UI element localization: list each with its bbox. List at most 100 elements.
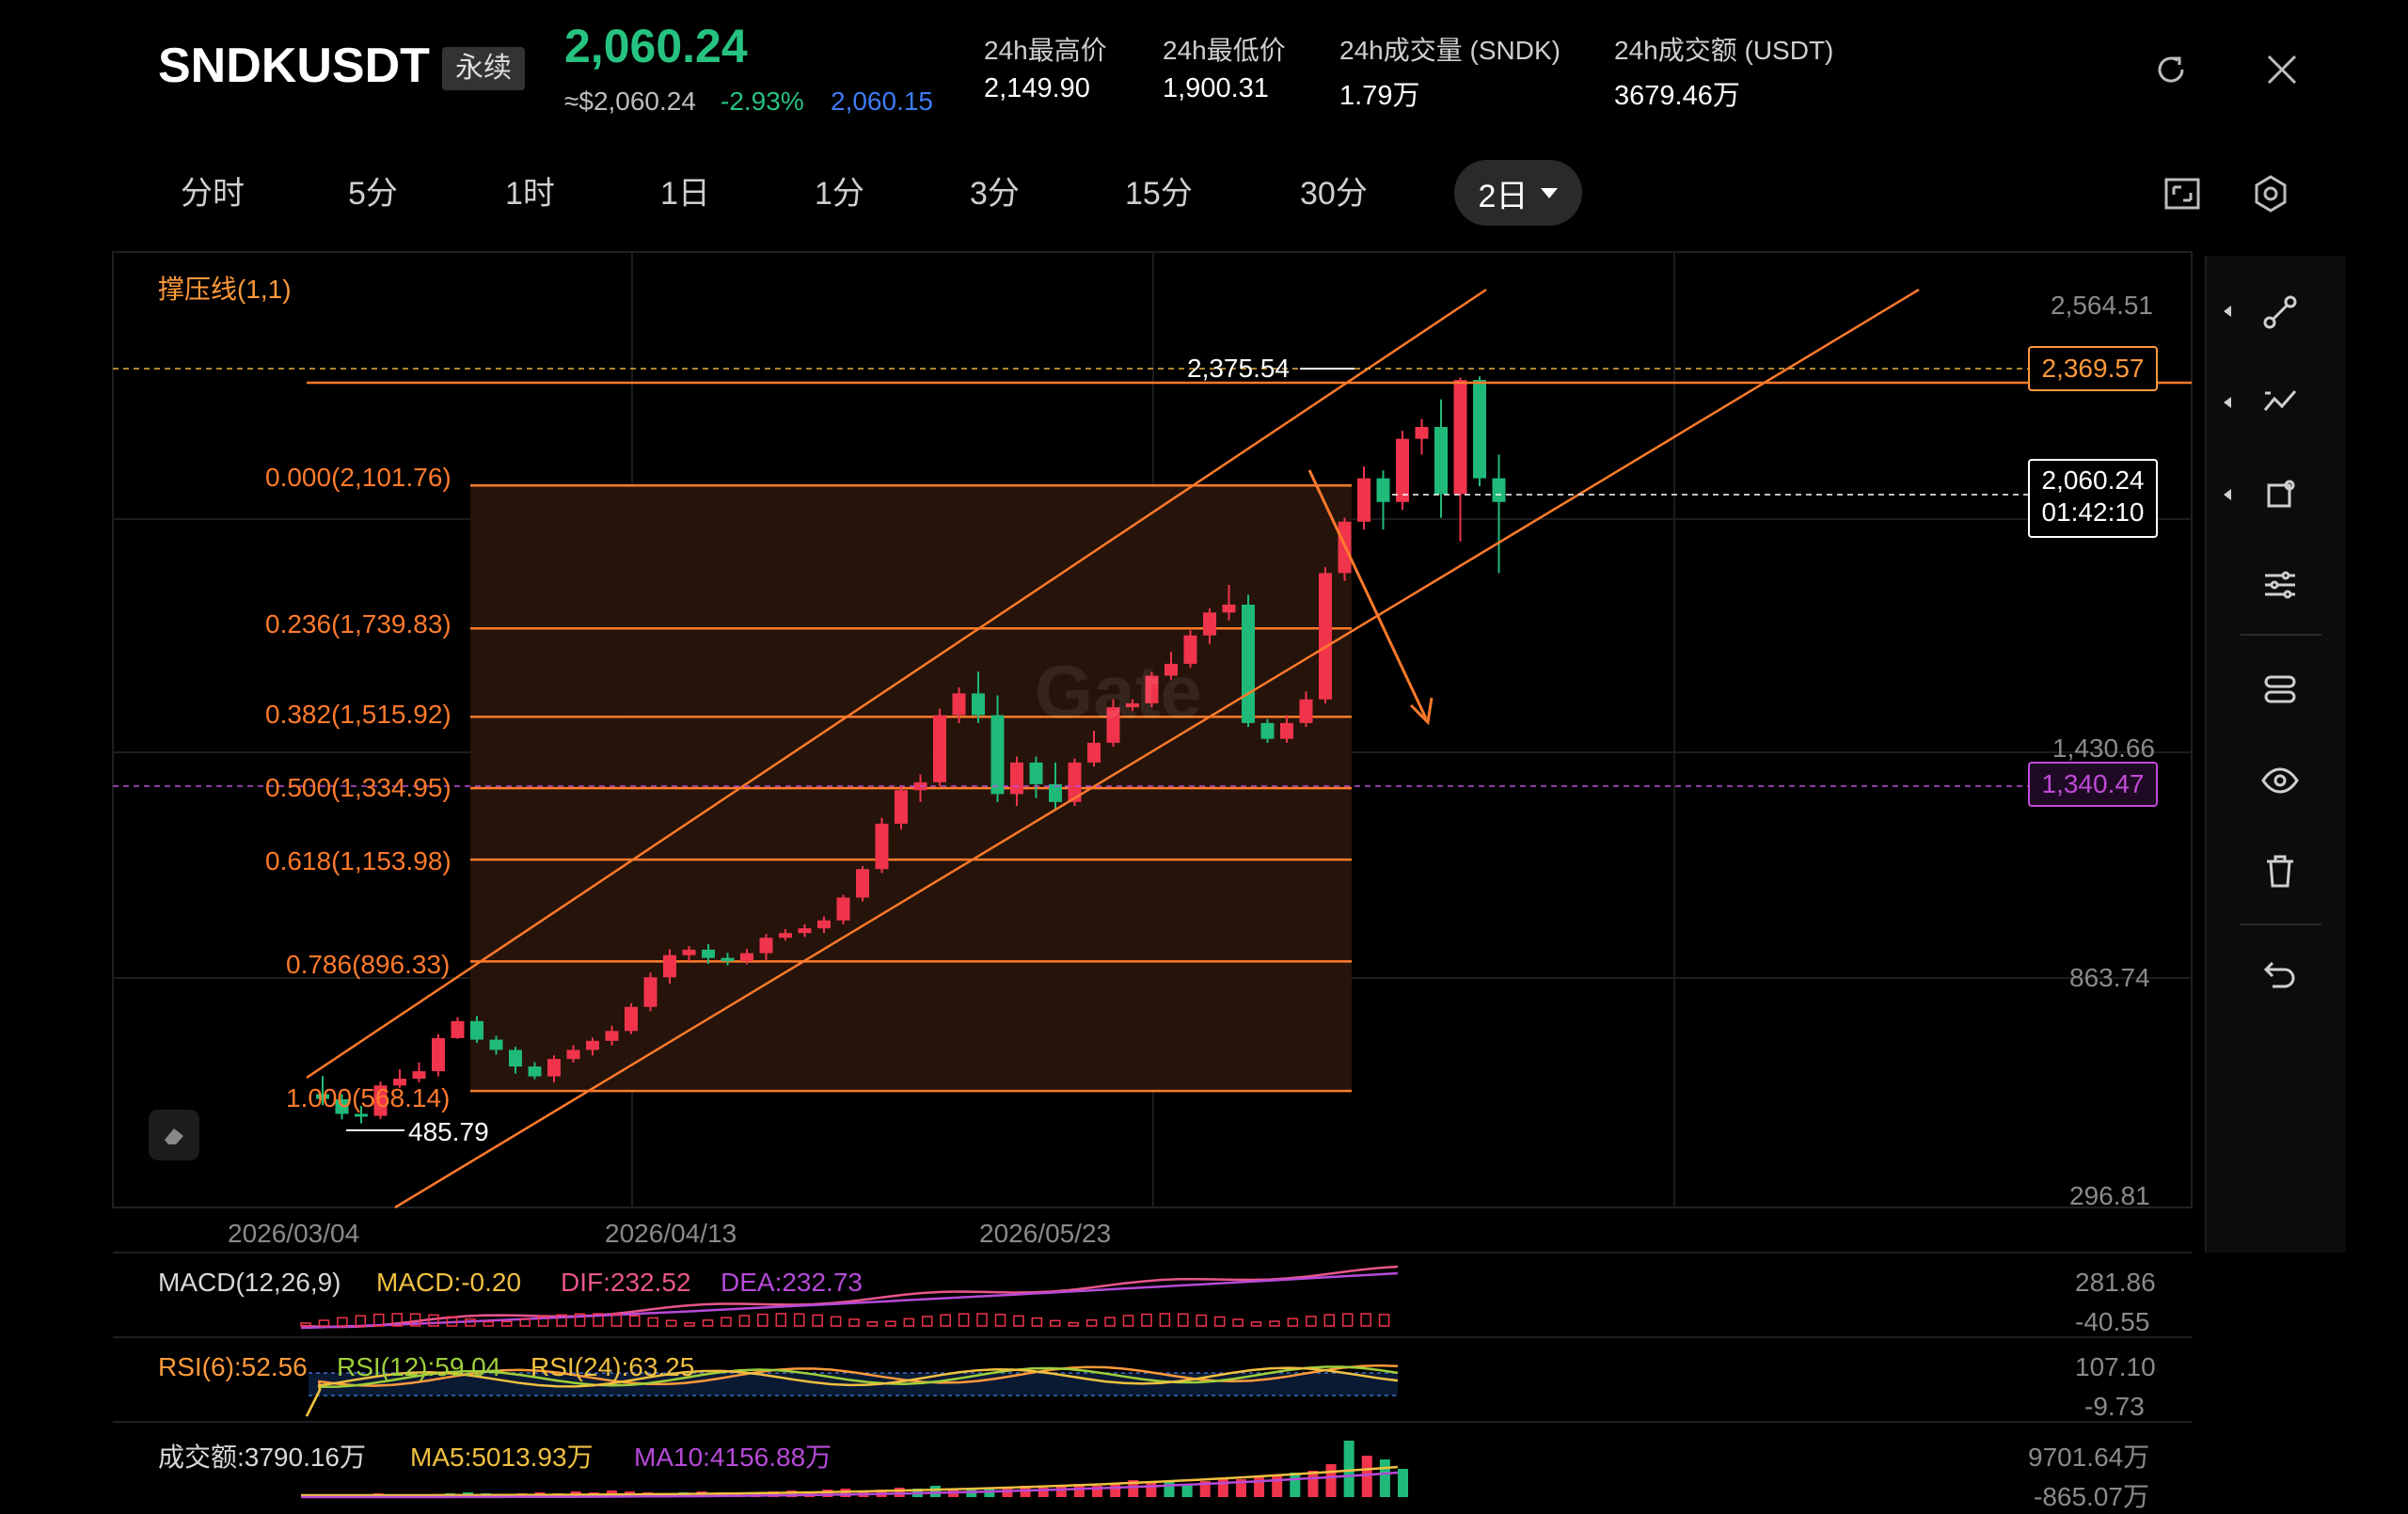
- macd-histogram-bar: [1104, 1317, 1116, 1327]
- expand-arrow-icon[interactable]: [2224, 306, 2231, 317]
- macd-histogram-bar: [1159, 1313, 1171, 1327]
- candle-body: [1242, 604, 1255, 723]
- fib-label-382: 0.382(1,515.92): [265, 700, 452, 729]
- macd-histogram-bar: [994, 1314, 1006, 1327]
- watermark-logo: Gate: [1035, 650, 1202, 733]
- macd-histogram-bar: [812, 1314, 823, 1327]
- macd-histogram-bar: [793, 1313, 805, 1327]
- macd-histogram-bar: [903, 1317, 915, 1327]
- rsi12-value: RSI(12):59.04: [337, 1352, 501, 1381]
- candle-body: [1376, 478, 1390, 502]
- eraser-icon: [165, 1128, 183, 1144]
- candle-body: [1473, 380, 1486, 479]
- macd-histogram-bar: [757, 1313, 768, 1327]
- node-line-icon[interactable]: [2254, 286, 2306, 339]
- undo-icon[interactable]: [2254, 948, 2306, 1001]
- candle-body: [933, 715, 946, 782]
- layers-icon[interactable]: [2254, 664, 2306, 717]
- fib-label-236: 0.236(1,739.83): [265, 609, 452, 639]
- candle-body: [643, 977, 657, 1007]
- volume-bar: [1398, 1469, 1408, 1497]
- orange-line-price-tag: 2,369.57: [2028, 346, 2158, 391]
- rsi24-value: RSI(24):63.25: [531, 1352, 695, 1381]
- candle-body: [566, 1049, 580, 1060]
- expand-arrow-icon[interactable]: [2224, 397, 2231, 408]
- current-price-value: 2,060.24: [2041, 465, 2145, 495]
- macd-histogram-bar: [738, 1315, 751, 1327]
- macd-histogram-bar: [976, 1313, 988, 1327]
- volume-bar: [1217, 1478, 1228, 1497]
- macd-histogram-bar: [1323, 1314, 1336, 1327]
- high-price-marker: 2,375.54: [1187, 354, 1290, 383]
- indicator-settings-icon[interactable]: [2254, 559, 2306, 611]
- candle-body: [1029, 762, 1043, 784]
- candle-body: [509, 1049, 522, 1067]
- macd-histogram-bar: [337, 1317, 348, 1327]
- volume-bar: [1254, 1476, 1265, 1497]
- eye-icon[interactable]: [2254, 754, 2306, 807]
- macd-histogram-bar: [318, 1319, 330, 1327]
- candle-body: [875, 823, 889, 870]
- candle-body: [1415, 427, 1429, 439]
- macd-histogram-bar: [830, 1316, 842, 1327]
- support-resistance-label: 撑压线(1,1): [158, 275, 292, 304]
- macd-histogram-bar: [665, 1319, 677, 1327]
- macd-histogram-bar: [1287, 1317, 1299, 1327]
- trend-tool-icon[interactable]: [2254, 376, 2306, 429]
- rsi-y-bottom: -9.73: [2084, 1392, 2145, 1421]
- candle-body: [798, 928, 812, 934]
- candle-body: [1492, 478, 1506, 502]
- rsi6-value: RSI(6):52.56: [158, 1352, 308, 1381]
- price-chart[interactable]: [0, 0, 2408, 1505]
- candle-body: [990, 715, 1005, 795]
- macd-histogram-bar: [1178, 1313, 1189, 1327]
- candle-body: [355, 1113, 368, 1117]
- macd-histogram-bar: [721, 1317, 732, 1327]
- candle-body: [1396, 438, 1409, 502]
- shape-tool-icon[interactable]: [2254, 468, 2306, 521]
- macd-histogram-bar: [1141, 1313, 1152, 1327]
- candle-body: [663, 954, 676, 978]
- x-tick-1: 2026/03/04: [228, 1219, 360, 1248]
- macd-histogram-bar: [1250, 1321, 1262, 1327]
- candle-body: [740, 953, 753, 962]
- candle-body: [470, 1020, 483, 1040]
- macd-histogram-bar: [647, 1317, 658, 1327]
- macd-histogram-bar: [866, 1321, 879, 1327]
- volume-bar: [966, 1490, 977, 1497]
- macd-histogram-bar: [885, 1320, 896, 1327]
- volume-y-bottom: -865.07万: [2034, 1482, 2149, 1511]
- macd-histogram-bar: [1306, 1316, 1317, 1327]
- macd-histogram-bar: [1341, 1313, 1354, 1327]
- candle-body: [1049, 783, 1062, 802]
- candle-body: [489, 1039, 503, 1050]
- candle-body: [1299, 699, 1313, 723]
- candle-body: [682, 949, 696, 955]
- macd-histogram-bar: [483, 1320, 495, 1327]
- fib-label-0: 0.000(2,101.76): [265, 463, 452, 492]
- rsi-y-top: 107.10: [2075, 1352, 2156, 1381]
- x-tick-3: 2026/05/23: [979, 1219, 1112, 1248]
- candle-body: [759, 938, 773, 954]
- candle-body: [625, 1006, 638, 1032]
- fib-label-618: 0.618(1,153.98): [265, 846, 452, 875]
- volume-bar: [1272, 1475, 1283, 1497]
- turnover-ma5: MA5:5013.93万: [410, 1443, 594, 1472]
- macd-histogram-bar: [940, 1314, 951, 1327]
- candle-body: [1453, 380, 1467, 495]
- macd-y-bottom: -40.55: [2075, 1307, 2150, 1336]
- magenta-line-price-tag: 1,340.47: [2028, 762, 2158, 807]
- drawing-lock-toggle[interactable]: [149, 1110, 199, 1160]
- candle-body: [702, 949, 715, 958]
- macd-histogram-bar: [300, 1322, 311, 1327]
- macd-histogram-bar: [1085, 1318, 1098, 1327]
- candle-body: [1087, 742, 1101, 763]
- fib-label-500: 0.500(1,334.95): [265, 773, 452, 802]
- candle-body: [721, 957, 735, 962]
- toolbar-divider: [2241, 923, 2321, 925]
- volume-bar: [1290, 1473, 1301, 1497]
- candle-body: [605, 1031, 619, 1041]
- expand-arrow-icon[interactable]: [2224, 489, 2231, 500]
- trash-icon[interactable]: [2254, 844, 2306, 897]
- candle-body: [895, 790, 908, 824]
